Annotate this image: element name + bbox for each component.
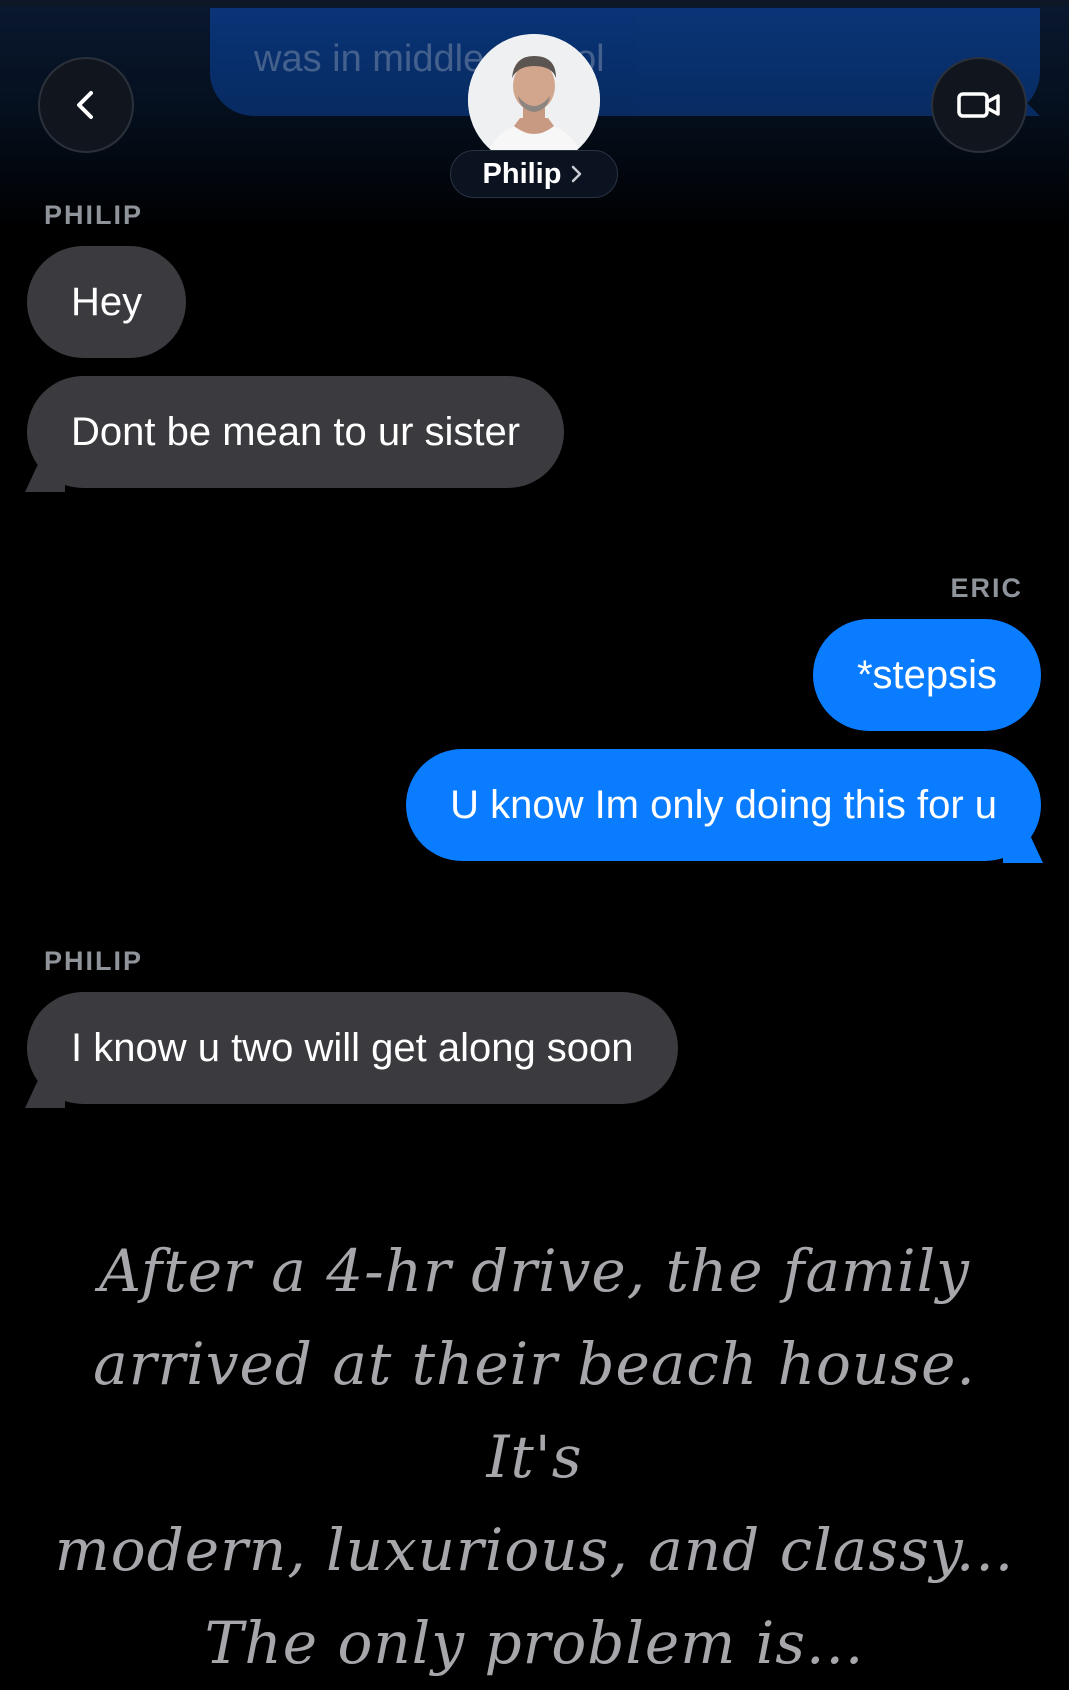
message-bubble-incoming[interactable]: Hey: [27, 246, 187, 358]
message-text: Dont be mean to ur sister: [71, 409, 521, 454]
sender-label: PHILIP: [44, 946, 144, 976]
message-text: I know u two will get along soon: [71, 1025, 634, 1070]
message-bubble-incoming[interactable]: I know u two will get along soon: [27, 992, 678, 1104]
message-text: U know Im only doing this for u: [450, 782, 997, 827]
story-narration: After a 4-hr drive, the family arrived a…: [40, 1225, 1029, 1690]
avatar-image: [468, 34, 600, 166]
message-bubble-outgoing[interactable]: *stepsis: [812, 619, 1041, 731]
contact-name-pill[interactable]: Philip: [450, 150, 618, 198]
message-bubble-incoming[interactable]: Dont be mean to ur sister: [27, 376, 565, 488]
back-button[interactable]: [38, 57, 134, 153]
top-divider: [0, 0, 1069, 6]
message-text: *stepsis: [856, 652, 997, 697]
narration-line: The only problem is...: [204, 1609, 865, 1677]
narration-line: modern, luxurious, and classy...: [54, 1516, 1015, 1584]
contact-avatar[interactable]: [468, 34, 600, 166]
message-bubble-outgoing[interactable]: U know Im only doing this for u: [406, 749, 1041, 861]
video-camera-icon: [957, 92, 1000, 118]
contact-name: Philip: [482, 157, 562, 190]
chevron-left-icon: [77, 91, 93, 119]
narration-line: arrived at their beach house. It's: [93, 1330, 976, 1491]
narration-line: After a 4-hr drive, the family: [99, 1237, 970, 1305]
previous-message-bubble: was in middle school: [210, 8, 1040, 116]
video-call-button[interactable]: [931, 57, 1027, 153]
sender-label: ERIC: [950, 573, 1023, 603]
message-text: Hey: [71, 279, 143, 324]
sender-label: PHILIP: [44, 200, 144, 230]
chevron-right-icon: [572, 165, 582, 183]
